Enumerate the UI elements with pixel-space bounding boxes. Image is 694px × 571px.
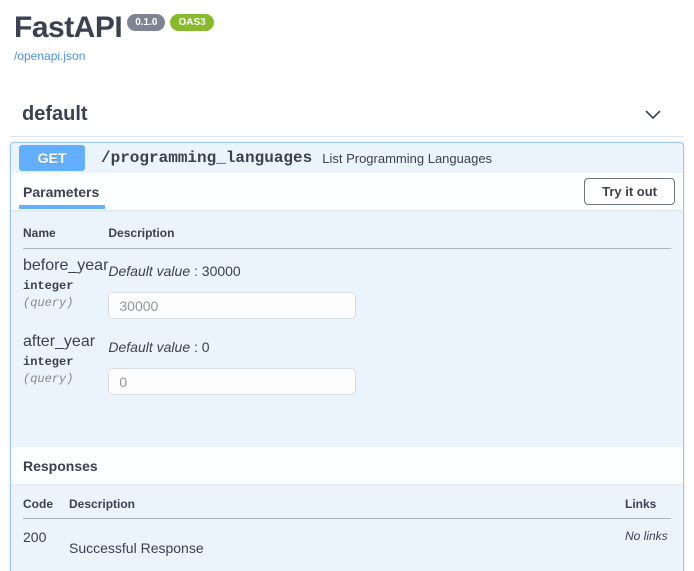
tag-title: default: [22, 103, 88, 126]
responses-links-header: Links: [625, 497, 671, 519]
parameters-description-header: Description: [108, 222, 671, 249]
oas-badge: OAS3: [170, 14, 213, 31]
parameter-value-input[interactable]: [108, 292, 356, 319]
parameter-default-description: Default value : 30000: [108, 263, 671, 279]
spacer: [23, 401, 671, 447]
parameter-name: before_year: [23, 257, 108, 275]
parameters-name-header: Name: [23, 222, 108, 249]
default-separator: :: [190, 339, 202, 355]
operation-path: /programming_languages: [101, 149, 312, 167]
responses-code-header: Code: [23, 497, 69, 519]
tag-section-default[interactable]: default: [10, 97, 684, 137]
default-value: 0: [202, 339, 210, 355]
responses-table-container: Code Description Links 200 Successful Re…: [11, 484, 683, 571]
opblock-get-programming-languages: GET /programming_languages List Programm…: [10, 142, 684, 571]
openapi-spec-link[interactable]: /openapi.json: [14, 49, 85, 63]
parameter-location: (query): [23, 296, 108, 310]
parameter-location: (query): [23, 372, 108, 386]
responses-title: Responses: [23, 458, 98, 474]
default-value: 30000: [202, 263, 241, 279]
operations-area: default GET /programming_languages List …: [0, 97, 694, 571]
tab-parameters[interactable]: Parameters: [23, 173, 99, 210]
responses-section-header: Responses: [11, 447, 683, 484]
try-it-out-button[interactable]: Try it out: [584, 178, 675, 205]
parameter-type: integer: [23, 355, 108, 369]
default-value-label: Default value: [108, 263, 190, 279]
response-code: 200: [23, 519, 69, 557]
api-info-header: FastAPI 0.1.0 OAS3 /openapi.json: [0, 0, 694, 65]
parameter-default-description: Default value : 0: [108, 339, 671, 355]
response-links: No links: [625, 519, 671, 557]
parameter-type: integer: [23, 279, 108, 293]
operation-summary-row[interactable]: GET /programming_languages List Programm…: [11, 143, 683, 173]
default-separator: :: [190, 263, 202, 279]
chevron-down-icon[interactable]: [644, 108, 662, 122]
http-method-badge: GET: [19, 145, 85, 171]
version-badge: 0.1.0: [127, 14, 165, 31]
response-description: Successful Response: [69, 519, 625, 557]
parameters-section-header: Parameters Try it out: [11, 173, 683, 210]
default-value-label: Default value: [108, 339, 190, 355]
api-title: FastAPI: [14, 12, 122, 44]
parameter-row: after_year integer (query) Default value…: [23, 325, 671, 401]
parameter-row: before_year integer (query) Default valu…: [23, 249, 671, 326]
response-row: 200 Successful Response No links: [23, 519, 671, 557]
responses-description-header: Description: [69, 497, 625, 519]
parameter-name: after_year: [23, 333, 108, 351]
operation-summary: List Programming Languages: [322, 151, 492, 166]
parameters-table-container: Name Description before_year integer (qu…: [11, 210, 683, 447]
parameter-value-input[interactable]: [108, 368, 356, 395]
